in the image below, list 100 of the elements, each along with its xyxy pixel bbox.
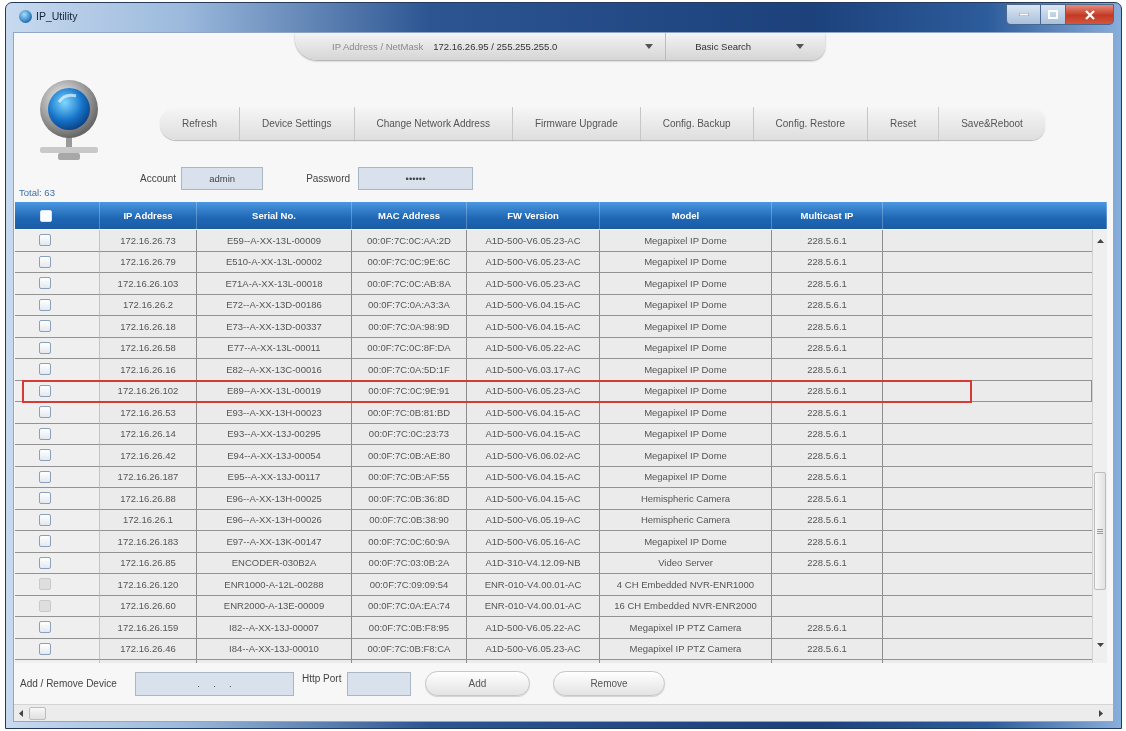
table-cell: E97--A-XX-13K-00147: [197, 531, 352, 553]
toolbar-button[interactable]: Save&Reboot: [939, 107, 1045, 140]
row-checkbox[interactable]: [39, 341, 51, 354]
toolbar-button[interactable]: Config. Backup: [640, 107, 754, 140]
row-checkbox[interactable]: [39, 320, 51, 333]
toolbar-button[interactable]: Refresh: [160, 107, 240, 140]
vertical-scrollbar[interactable]: [1092, 230, 1107, 663]
table-cell: 172.16.26.103: [100, 273, 197, 295]
account-field[interactable]: admin: [181, 167, 264, 190]
row-checkbox[interactable]: [39, 642, 51, 655]
table-row[interactable]: 172.16.26.103 E71A-A-XX-13L-00018 00:0F:7C:0C:AB:8A A1D-500-V6.05.23-AC Megapixel IP Dome 228.5.6.1: [15, 273, 1092, 295]
left-arrow-icon[interactable]: [19, 709, 23, 717]
column-header[interactable]: Model: [600, 202, 772, 229]
table-row[interactable]: 172.16.26.53 E93--A-XX-13H-00023 00:0F:7C:0B:81:BD A1D-500-V6.04.15-AC Megapixel IP Dome 228.5.6.1: [15, 402, 1092, 424]
row-checkbox[interactable]: [39, 255, 51, 268]
table-cell: Megapixel IP Dome: [600, 445, 772, 467]
up-arrow-icon[interactable]: [1096, 239, 1104, 243]
column-header[interactable]: Serial No.: [197, 202, 352, 229]
table-row[interactable]: 172.16.26.183 E97--A-XX-13K-00147 00:0F:7C:0C:60:9A A1D-500-V6.05.16-AC Megapixel IP Dome 228.5.6.1: [15, 531, 1092, 553]
row-checkbox[interactable]: [39, 427, 51, 440]
table-row[interactable]: 172.16.26.46 I84--A-XX-13J-00010 00:0F:7C:0B:F8:CA A1D-500-V6.05.23-AC Megapixel IP PTZ Camera 228.5.6.1: [15, 638, 1092, 660]
row-checkbox[interactable]: [39, 277, 51, 290]
row-checkbox[interactable]: [39, 406, 51, 419]
column-header[interactable]: Multicast IP: [772, 202, 883, 229]
toolbar-button[interactable]: Reset: [868, 107, 940, 140]
row-checkbox[interactable]: [39, 449, 51, 462]
table-row[interactable]: 172.16.26.2 E72--A-XX-13D-00186 00:0F:7C:0A:A3:3A A1D-500-V6.04.15-AC Megapixel IP Dome 228.5.6.1: [15, 294, 1092, 316]
field-label: IP Address / NetMask: [331, 40, 424, 53]
port-field[interactable]: [347, 671, 411, 696]
password-field[interactable]: ••••••: [358, 167, 474, 190]
table-cell: 4 CH Embedded NVR-ENR1000: [600, 574, 772, 596]
table-cell: A1D-500-V6.05.22-AC: [467, 617, 600, 639]
row-checkbox[interactable]: [39, 234, 51, 247]
table-row[interactable]: 172.16.26.85 ENCODER-030B2A 00:0F:7C:03:0B:2A A1D-310-V4.12.09-NB Video Server 228.5.6.1: [15, 552, 1092, 574]
table-cell: Megapixel IP Dome: [600, 531, 772, 553]
table-row[interactable]: 172.16.26.42 E94--A-XX-13J-00054 00:0F:7C:0B:AE:80 A1D-500-V6.06.02-AC Megapixel IP Dome 228.5.6.1: [15, 445, 1092, 467]
table-row[interactable]: 172.16.26.79 E510-A-XX-13L-00002 00:0F:7C:0C:9E:6C A1D-500-V6.05.23-AC Megapixel IP Dome 228.5.6.1: [15, 251, 1092, 273]
table-cell: A1D-500-V6.06.02-AC: [467, 445, 600, 467]
table-row[interactable]: 172.16.26.1 E96--A-XX-13H-00026 00:0F:7C:0B:38:90 A1D-500-V6.05.19-AC Hemispheric Camera 228.5.6.1: [15, 509, 1092, 531]
minimize-button[interactable]: [1006, 4, 1040, 25]
table-row[interactable]: 172.16.26.73 E59--A-XX-13L-00009 00:0F:7C:0C:AA:2D A1D-500-V6.05.23-AC Megapixel IP Dome 228.5.6.1: [15, 230, 1092, 252]
table-cell: A1D-500-V6.05.23-AC: [467, 230, 600, 252]
table-cell: Megapixel IP Dome: [600, 316, 772, 338]
toolbar-button[interactable]: Config. Restore: [753, 107, 869, 140]
row-checkbox[interactable]: [39, 513, 51, 526]
scrollbar-thumb[interactable]: [1094, 472, 1106, 590]
table-row[interactable]: 172.16.26.88 E96--A-XX-13H-00025 00:0F:7C:0B:36:8D A1D-500-V6.04.15-AC Hemispheric Camera 228.5.6.1: [15, 488, 1092, 510]
search-mode-dropdown[interactable]: Basic Search: [666, 33, 817, 60]
table-cell: E96--A-XX-13H-00025: [197, 488, 352, 510]
table-row[interactable]: 172.16.26.102 E89--A-XX-13L-00019 00:0F:7C:0C:9E:91 A1D-500-V6.05.23-AC Megapixel IP Dome 228.5.6.1: [15, 380, 1092, 402]
row-checkbox[interactable]: [39, 621, 51, 634]
table-row[interactable]: 172.16.26.187 E95--A-XX-13J-00117 00:0F:7C:0B:AF:55 A1D-500-V6.04.15-AC Megapixel IP Dome 228.5.6.1: [15, 466, 1092, 488]
field-label: Add / Remove Device: [20, 677, 118, 690]
row-checkbox[interactable]: [39, 384, 51, 397]
table-row[interactable]: 172.16.26.58 E77--A-XX-13L-00011 00:0F:7C:0C:8F:DA A1D-500-V6.05.22-AC Megapixel IP Dome 228.5.6.1: [15, 337, 1092, 359]
row-checkbox[interactable]: [39, 470, 51, 483]
row-checkbox[interactable]: [39, 492, 51, 505]
row-checkbox[interactable]: [39, 363, 51, 376]
table-cell: 00:0F:7C:0A:5D:1F: [352, 359, 467, 381]
table-cell: 228.5.6.1: [772, 230, 883, 252]
table-row[interactable]: 172.16.26.16 E82--A-XX-13C-00016 00:0F:7C:0A:5D:1F A1D-500-V6.03.17-AC Megapixel IP Dome 228.5.6.1: [15, 359, 1092, 381]
total-count: Total: 63: [19, 186, 55, 198]
maximize-button[interactable]: [1040, 4, 1066, 25]
table-cell: 00:0F:7C:0C:60:9A: [352, 531, 467, 553]
table-cell: 172.16.26.88: [100, 488, 197, 510]
table-cell: 00:0F:7C:09:09:54: [352, 574, 467, 596]
caret-icon: [796, 44, 805, 49]
table-cell: 172.16.26.42: [100, 445, 197, 467]
netmask-dropdown[interactable]: 172.16.26.95 / 255.255.255.0: [428, 33, 667, 60]
ip-address-field[interactable]: . . .: [135, 671, 294, 696]
column-header[interactable]: MAC Address: [352, 202, 467, 229]
remove-button[interactable]: Remove: [553, 671, 665, 696]
table-cell: 00:0F:7C:0B:36:8D: [352, 488, 467, 510]
row-checkbox[interactable]: [39, 556, 51, 569]
toolbar-button[interactable]: Change Network Address: [354, 107, 513, 140]
table-cell: 00:0F:7C:0C:AB:8A: [352, 273, 467, 295]
table-row[interactable]: 172.16.26.14 E93--A-XX-13J-00295 00:0F:7C:0C:23:73 A1D-500-V6.04.15-AC Megapixel IP Dome 228.5.6.1: [15, 423, 1092, 445]
field-label: Password: [306, 172, 351, 185]
table-row[interactable]: 172.16.26.18 E73--A-XX-13D-00337 00:0F:7C:0A:98:9D A1D-500-V6.04.15-AC Megapixel IP Dome 228.5.6.1: [15, 316, 1092, 338]
table-row[interactable]: 172.16.26.159 I82--A-XX-13J-00007 00:0F:7C:0B:F8:95 A1D-500-V6.05.22-AC Megapixel IP PTZ Camera 228.5.6.1: [15, 617, 1092, 639]
table-cell: 228.5.6.1: [772, 445, 883, 467]
row-checkbox[interactable]: [39, 535, 51, 548]
table-cell: Megapixel IP Dome: [600, 230, 772, 252]
close-button[interactable]: [1066, 4, 1114, 25]
select-all-checkbox[interactable]: [40, 209, 52, 222]
down-arrow-icon[interactable]: [1096, 643, 1104, 647]
scrollbar-thumb[interactable]: [29, 706, 46, 720]
table-cell: 228.5.6.1: [772, 617, 883, 639]
column-header[interactable]: IP Address: [100, 202, 197, 229]
toolbar-button[interactable]: Device Settings: [240, 107, 355, 140]
row-checkbox[interactable]: [39, 298, 51, 311]
right-arrow-icon[interactable]: [1099, 709, 1103, 717]
table-cell: 172.16.26.159: [100, 617, 197, 639]
column-header[interactable]: FW Version: [467, 202, 600, 229]
table-cell: I82--A-XX-13J-00007: [197, 617, 352, 639]
horizontal-scrollbar[interactable]: [14, 704, 1113, 721]
add-button[interactable]: Add: [425, 671, 530, 696]
toolbar-button[interactable]: Firmware Upgrade: [512, 107, 641, 140]
minimize-icon: [1018, 13, 1029, 16]
table-cell: E59--A-XX-13L-00009: [197, 230, 352, 252]
